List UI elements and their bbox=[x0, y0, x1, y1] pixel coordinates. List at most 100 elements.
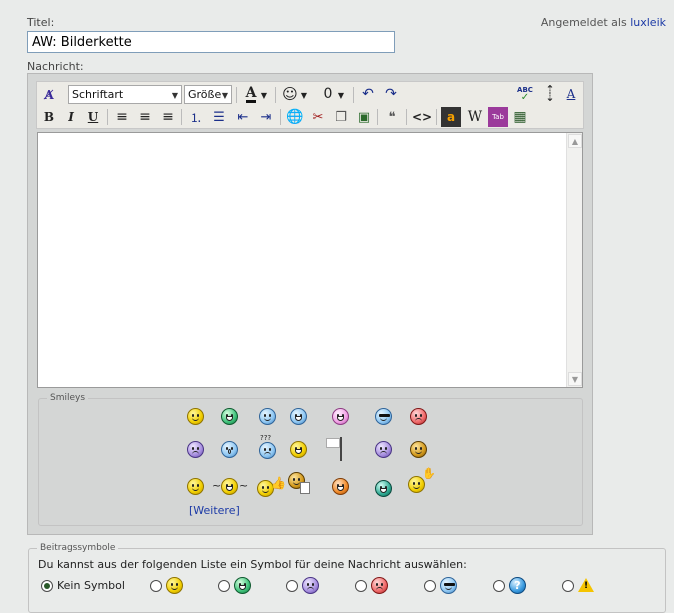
title-input[interactable] bbox=[27, 31, 395, 53]
cheer-arms-icon: ~ bbox=[212, 479, 222, 492]
post-icon-radio-question[interactable] bbox=[493, 580, 505, 592]
question-glyph: ? bbox=[514, 579, 521, 592]
smiley-cry-icon[interactable] bbox=[375, 441, 392, 458]
warning-glyph: ! bbox=[584, 581, 589, 591]
insert-file-icon[interactable]: ❐ bbox=[331, 107, 351, 127]
username-link[interactable]: luxleik bbox=[630, 16, 666, 29]
message-textarea[interactable]: ▲ ▼ bbox=[37, 132, 583, 388]
bold-label: B bbox=[43, 110, 55, 124]
underline-label: U bbox=[87, 110, 99, 124]
post-icon-radio-none[interactable] bbox=[41, 580, 53, 592]
smiley-blue-smile-icon[interactable] bbox=[259, 408, 276, 425]
smileys-box: Smileys bbox=[38, 393, 583, 526]
smiley-sad-icon[interactable] bbox=[187, 441, 204, 458]
table-button[interactable]: Tab bbox=[488, 107, 508, 127]
align-center-icon[interactable]: ≡ bbox=[135, 107, 155, 127]
post-icons-legend: Beitragssymbole bbox=[40, 543, 116, 553]
smiley-smile-icon[interactable] bbox=[187, 408, 204, 425]
redo-icon[interactable]: ↷ bbox=[381, 84, 401, 104]
smiley-picker-icon[interactable]: ☺ bbox=[280, 84, 300, 104]
chevron-down-icon[interactable]: ▼ bbox=[259, 85, 269, 105]
font-size-select[interactable]: Größe ▼ bbox=[184, 85, 232, 104]
underline-button[interactable]: U bbox=[83, 107, 103, 127]
post-icons-hint: Du kannst aus der folgenden Liste ein Sy… bbox=[38, 558, 467, 571]
chevron-down-icon: ▼ bbox=[171, 91, 178, 100]
post-icon-cool-icon bbox=[440, 577, 457, 594]
scroll-up-icon[interactable]: ▲ bbox=[568, 134, 582, 148]
ordered-list-icon[interactable]: ⒈ bbox=[186, 107, 206, 127]
toolbar-separator bbox=[377, 109, 378, 125]
post-icon-radio-warning[interactable] bbox=[562, 580, 574, 592]
smiley-cool-icon[interactable] bbox=[375, 408, 392, 425]
post-icon-radio-cool[interactable] bbox=[424, 580, 436, 592]
post-icon-radio-angry[interactable] bbox=[355, 580, 367, 592]
post-icon-warning-icon: ! bbox=[578, 578, 594, 592]
cheer-arms-icon: ~ bbox=[239, 479, 249, 492]
gallery-icon[interactable]: ▦ bbox=[510, 107, 530, 127]
login-prefix: Angemeldet als bbox=[540, 16, 627, 29]
post-icon-angry-icon bbox=[371, 577, 388, 594]
undo-icon[interactable]: ↶ bbox=[358, 84, 378, 104]
wikipedia-button[interactable]: W bbox=[465, 107, 485, 127]
white-flag-icon[interactable] bbox=[325, 437, 345, 461]
align-right-icon[interactable]: ≡ bbox=[158, 107, 178, 127]
font-size-toggle-icon[interactable]: A bbox=[561, 84, 581, 104]
smiley-grin-icon[interactable] bbox=[221, 408, 238, 425]
smiley-angry-icon[interactable] bbox=[410, 408, 427, 425]
smiley-teal-icon[interactable] bbox=[375, 480, 392, 497]
text-color-button[interactable]: A bbox=[241, 84, 261, 104]
insert-link-icon[interactable]: 🌐 bbox=[285, 107, 305, 127]
code-button[interactable]: <> bbox=[412, 107, 432, 127]
toolbar-separator bbox=[236, 87, 237, 103]
bold-button[interactable]: B bbox=[39, 107, 59, 127]
smiley-orange-icon[interactable] bbox=[332, 478, 349, 495]
post-icon-radio-sad[interactable] bbox=[286, 580, 298, 592]
indent-icon[interactable]: ⇥ bbox=[256, 107, 276, 127]
smiley-cheer-icon[interactable] bbox=[221, 478, 238, 495]
editor-toolbar: A̸ Schriftart ▼ Größe ▼ A ▼ ☺ ▼ 0 ▼ ↶ ↷ AB… bbox=[36, 81, 584, 129]
more-smileys-link[interactable]: [Weitere] bbox=[189, 504, 240, 517]
align-left-icon[interactable]: ≡ bbox=[112, 107, 132, 127]
post-icon-grin-icon bbox=[234, 577, 251, 594]
resize-icon[interactable]: ⇡ ⇣ bbox=[540, 84, 560, 104]
italic-label: I bbox=[68, 110, 74, 124]
table-label: Tab bbox=[492, 113, 504, 121]
toolbar-separator bbox=[353, 87, 354, 103]
smiley-happy-icon[interactable] bbox=[290, 441, 307, 458]
smiley-laugh-icon[interactable] bbox=[332, 408, 349, 425]
toolbar-separator bbox=[436, 109, 437, 125]
chevron-down-icon[interactable]: ▼ bbox=[336, 85, 346, 105]
smiley-brown-icon[interactable] bbox=[410, 441, 427, 458]
scroll-down-icon[interactable]: ▼ bbox=[568, 372, 582, 386]
unordered-list-icon[interactable]: ☰ bbox=[209, 107, 229, 127]
message-label: Nachricht: bbox=[27, 60, 84, 73]
smiley-blue-grin-icon[interactable] bbox=[290, 408, 307, 425]
remove-link-icon[interactable]: ✂ bbox=[308, 107, 328, 127]
font-family-select[interactable]: Schriftart ▼ bbox=[68, 85, 182, 104]
toolbar-separator bbox=[107, 109, 108, 125]
thumbs-up-icon: 👍 bbox=[271, 476, 286, 490]
wave-hand-icon: ✋ bbox=[422, 467, 436, 480]
amazon-icon[interactable]: a bbox=[441, 107, 461, 127]
attachment-icon[interactable]: 0 bbox=[318, 84, 338, 104]
font-size-value: Größe bbox=[188, 88, 222, 101]
post-icon-radio-grin[interactable] bbox=[218, 580, 230, 592]
italic-button[interactable]: I bbox=[61, 107, 81, 127]
chevron-down-icon: ▼ bbox=[221, 91, 228, 100]
spellcheck-icon[interactable]: ABC ✓ bbox=[515, 84, 535, 104]
smiley-confused-icon[interactable] bbox=[259, 442, 276, 459]
code-label: <> bbox=[411, 110, 433, 124]
outdent-icon[interactable]: ⇤ bbox=[233, 107, 253, 127]
textarea-scrollbar[interactable]: ▲ ▼ bbox=[566, 133, 582, 387]
quote-icon[interactable]: ❝ bbox=[382, 107, 402, 127]
post-icon-sad-icon bbox=[302, 577, 319, 594]
remove-format-icon[interactable]: A̸ bbox=[39, 85, 59, 105]
post-icon-radio-smile[interactable] bbox=[150, 580, 162, 592]
post-icon-none-label: Kein Symbol bbox=[57, 579, 125, 592]
chevron-down-icon[interactable]: ▼ bbox=[299, 85, 309, 105]
toolbar-separator bbox=[275, 87, 276, 103]
smiley-shock-icon[interactable] bbox=[221, 441, 238, 458]
wiki-label: W bbox=[467, 109, 483, 125]
smiley-yellow-icon[interactable] bbox=[187, 478, 204, 495]
insert-image-icon[interactable]: ▣ bbox=[354, 107, 374, 127]
